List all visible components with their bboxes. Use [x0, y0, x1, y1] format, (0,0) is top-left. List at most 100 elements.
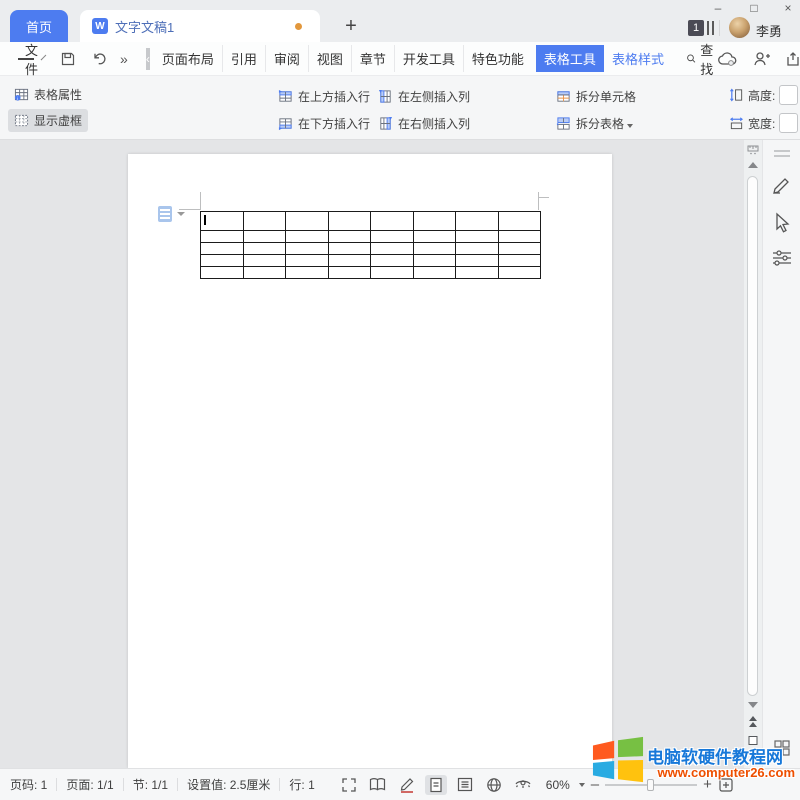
- table-cell[interactable]: [371, 267, 414, 279]
- scroll-down-button[interactable]: [748, 702, 758, 708]
- user-avatar[interactable]: [729, 17, 750, 38]
- table-cell[interactable]: [456, 243, 499, 255]
- tab-view[interactable]: 视图: [309, 45, 352, 72]
- status-line[interactable]: 行: 1: [280, 776, 323, 793]
- table-cell[interactable]: [243, 212, 286, 231]
- table-cell[interactable]: [371, 231, 414, 243]
- table-cell[interactable]: [328, 255, 371, 267]
- table-cell[interactable]: [286, 267, 329, 279]
- tab-special-features[interactable]: 特色功能: [464, 45, 532, 72]
- table-cell[interactable]: [286, 255, 329, 267]
- outline-view-button[interactable]: [454, 775, 476, 795]
- add-user-icon[interactable]: [753, 51, 771, 67]
- table-cell[interactable]: [498, 243, 541, 255]
- zoom-dropdown-icon[interactable]: [579, 783, 585, 787]
- tab-table-style[interactable]: 表格样式: [604, 45, 672, 72]
- tab-section[interactable]: 章节: [352, 45, 395, 72]
- table-cell[interactable]: [286, 231, 329, 243]
- browse-object-button[interactable]: [749, 736, 758, 745]
- chevron-down-icon[interactable]: [41, 54, 47, 60]
- tab-review[interactable]: 审阅: [266, 45, 309, 72]
- table-cell[interactable]: [243, 243, 286, 255]
- cursor-icon[interactable]: [772, 212, 792, 234]
- table-cell[interactable]: [498, 212, 541, 231]
- multi-page-view-icon[interactable]: [774, 740, 790, 756]
- width-input[interactable]: [779, 113, 798, 133]
- scroll-up-button[interactable]: [748, 162, 758, 168]
- share-icon[interactable]: [786, 51, 800, 67]
- tab-developer[interactable]: 开发工具: [395, 45, 464, 72]
- show-gridlines-button[interactable]: 显示虚框: [8, 109, 88, 132]
- table-cell[interactable]: [413, 212, 456, 231]
- tab-table-tools[interactable]: 表格工具: [536, 45, 604, 72]
- prev-page-button[interactable]: [749, 716, 757, 727]
- tab-page-layout[interactable]: 页面布局: [154, 45, 223, 72]
- cloud-sync-icon[interactable]: [718, 51, 738, 67]
- zoom-out-button[interactable]: –: [591, 776, 599, 793]
- tab-references[interactable]: 引用: [223, 45, 266, 72]
- insert-row-above-button[interactable]: 在上方插入行: [278, 85, 370, 107]
- table-cell[interactable]: [328, 212, 371, 231]
- table-select-dropdown-icon[interactable]: [177, 212, 185, 216]
- table-cell[interactable]: [371, 212, 414, 231]
- zoom-in-button[interactable]: +: [703, 776, 712, 793]
- split-table-button[interactable]: 拆分表格: [556, 112, 633, 134]
- vertical-scrollbar[interactable]: [744, 140, 762, 768]
- drag-handle[interactable]: [774, 150, 790, 157]
- table-cell[interactable]: [371, 255, 414, 267]
- table-cell[interactable]: [243, 255, 286, 267]
- table-cell[interactable]: [456, 212, 499, 231]
- table-cell[interactable]: [456, 255, 499, 267]
- table-cell[interactable]: [328, 243, 371, 255]
- table-cell[interactable]: [498, 255, 541, 267]
- table-cell[interactable]: [201, 231, 244, 243]
- adjust-settings-icon[interactable]: [771, 248, 793, 268]
- zoom-slider[interactable]: [605, 784, 697, 786]
- doc-table[interactable]: [200, 211, 541, 279]
- scroll-left-button[interactable]: ‹: [146, 48, 150, 70]
- table-cell[interactable]: [456, 231, 499, 243]
- insert-row-below-button[interactable]: 在下方插入行: [278, 112, 370, 134]
- status-page-number[interactable]: 页码: 1: [0, 776, 56, 793]
- table-cell[interactable]: [201, 212, 244, 231]
- status-page-count[interactable]: 页面: 1/1: [57, 776, 122, 793]
- table-cell[interactable]: [286, 212, 329, 231]
- highlighter-icon[interactable]: [771, 174, 793, 196]
- home-tab[interactable]: 首页: [10, 10, 68, 42]
- table-cell[interactable]: [413, 243, 456, 255]
- fullscreen-button[interactable]: [338, 775, 360, 795]
- table-properties-button[interactable]: i 表格属性: [8, 83, 88, 106]
- message-count-badge[interactable]: 1: [688, 20, 704, 36]
- split-cells-button[interactable]: 拆分单元格: [556, 85, 636, 107]
- table-cell[interactable]: [413, 255, 456, 267]
- table-cell[interactable]: [286, 243, 329, 255]
- print-layout-button[interactable]: [425, 775, 447, 795]
- undo-button[interactable]: [92, 51, 108, 67]
- table-cell[interactable]: [328, 231, 371, 243]
- web-layout-button[interactable]: [483, 775, 505, 795]
- find-button[interactable]: 查找: [686, 40, 718, 78]
- insert-col-right-button[interactable]: 在右侧插入列: [378, 112, 470, 134]
- zoom-level[interactable]: 60%: [546, 778, 570, 792]
- scrollbar-thumb[interactable]: [747, 176, 758, 696]
- close-button[interactable]: ×: [776, 0, 800, 16]
- toolbar-overflow-button[interactable]: »: [120, 51, 126, 67]
- insert-col-left-button[interactable]: 在左侧插入列: [378, 85, 470, 107]
- table-cell[interactable]: [413, 231, 456, 243]
- zoom-slider-handle[interactable]: [647, 779, 654, 791]
- fit-page-icon[interactable]: [718, 777, 734, 793]
- status-section[interactable]: 节: 1/1: [124, 776, 177, 793]
- read-mode-button[interactable]: [367, 775, 389, 795]
- new-tab-button[interactable]: +: [338, 13, 364, 39]
- ruler-toggle-icon[interactable]: [747, 145, 759, 155]
- minimize-button[interactable]: –: [706, 0, 730, 16]
- table-cell[interactable]: [201, 255, 244, 267]
- ink-mode-button[interactable]: [396, 775, 418, 795]
- document-tab[interactable]: W 文字文稿1: [80, 10, 320, 42]
- table-cell[interactable]: [201, 243, 244, 255]
- table-cell[interactable]: [243, 267, 286, 279]
- table-cell[interactable]: [371, 243, 414, 255]
- table-cell[interactable]: [498, 231, 541, 243]
- table-cell[interactable]: [201, 267, 244, 279]
- table-cell[interactable]: [498, 267, 541, 279]
